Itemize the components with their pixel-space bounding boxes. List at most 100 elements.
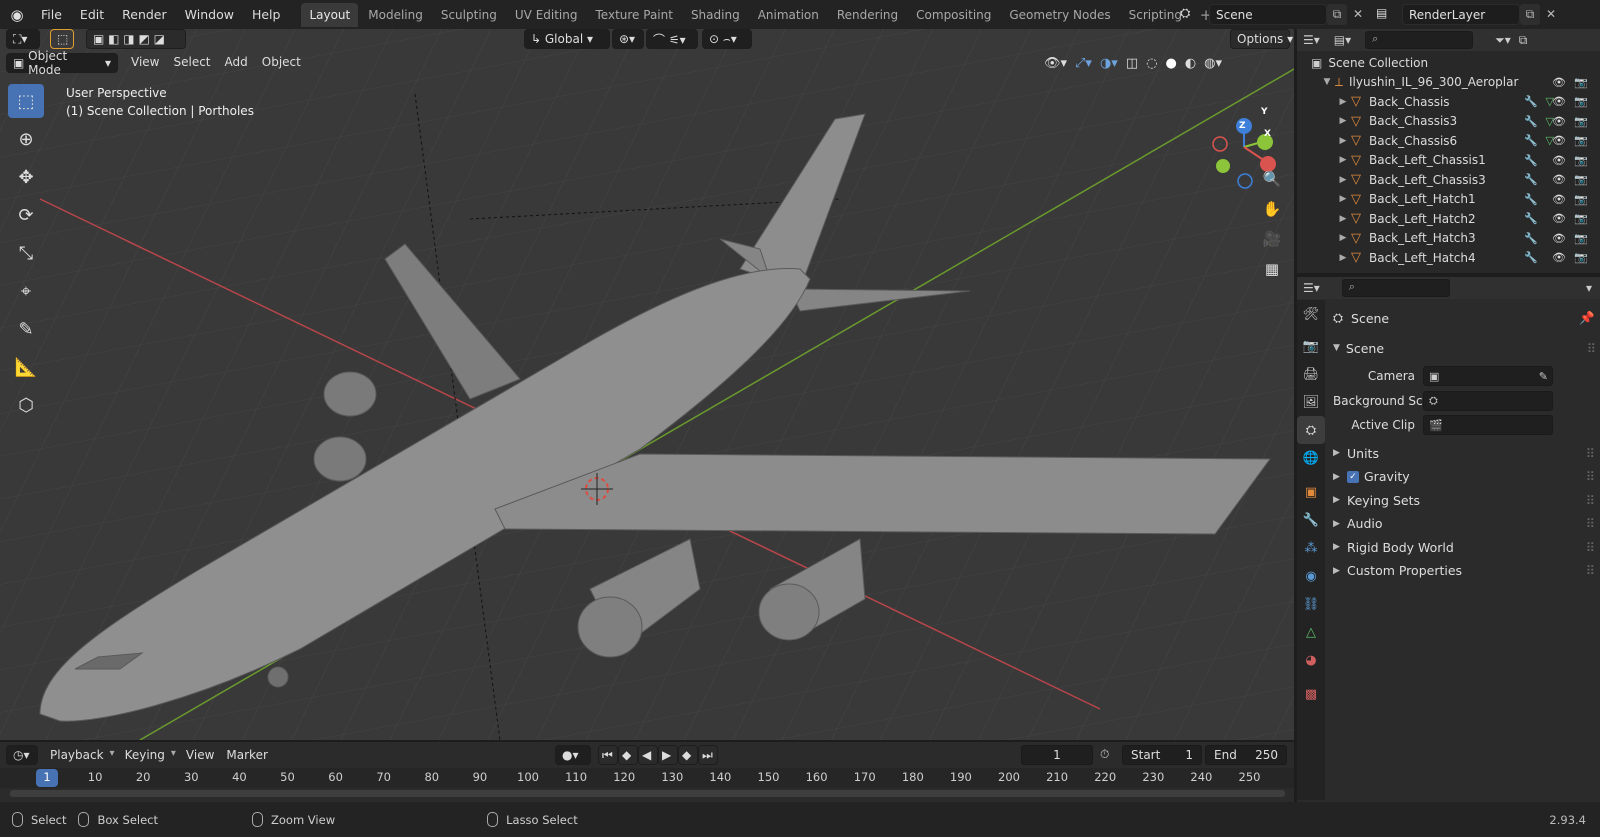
outliner[interactable]: ☰▾ ▤▾ ⌕ ⏷▾ ⧉ ▣ Scene Collection ▼ ⟂ Ilyu…	[1297, 29, 1600, 273]
options-dropdown[interactable]: Options ▾	[1230, 29, 1293, 49]
scene-panel-header[interactable]: ▼ Scene ⠿	[1333, 336, 1596, 360]
menu-window[interactable]: Window	[176, 4, 243, 26]
gizmo-x-label[interactable]: X	[1264, 129, 1274, 139]
render-tab-icon[interactable]: 📷	[1297, 332, 1325, 360]
tab-texture-paint[interactable]: Texture Paint	[588, 3, 681, 27]
outliner-search-input[interactable]: ⌕	[1365, 31, 1474, 49]
section-keying-sets[interactable]: ▶ Keying Sets ⠿	[1333, 489, 1595, 513]
rotate-tool-icon[interactable]: ⟳	[8, 198, 44, 232]
jump-start-icon[interactable]: ⏮	[598, 745, 618, 765]
outliner-editor-icon[interactable]: ☰▾	[1303, 33, 1320, 47]
rendered-shading-icon[interactable]: ◍▾	[1204, 56, 1222, 71]
annotate-tool-icon[interactable]: ✎	[8, 312, 44, 346]
particles-tab-icon[interactable]: ⁂	[1297, 534, 1325, 562]
current-frame-field[interactable]: 1	[1021, 745, 1093, 765]
blender-logo-icon[interactable]: ◉	[6, 4, 28, 26]
menu-render[interactable]: Render	[113, 4, 176, 26]
physics-tab-icon[interactable]: ◉	[1297, 562, 1325, 590]
viewport-menu-select[interactable]: Select	[166, 55, 217, 69]
preview-range-icon[interactable]: ⏱	[1100, 747, 1109, 762]
texture-tab-icon[interactable]: ▩	[1297, 680, 1325, 708]
expand-arrow-icon[interactable]: ▶	[1335, 233, 1351, 243]
delete-scene-icon[interactable]: ✕	[1348, 4, 1368, 25]
outliner-item[interactable]: ▶ ▽ Back_Left_Hatch1 🔧 👁 📷	[1297, 190, 1600, 210]
tab-uv-editing[interactable]: UV Editing	[507, 3, 586, 27]
outliner-item[interactable]: ▶ ▽ Back_Left_Chassis1 🔧 👁 📷	[1297, 151, 1600, 171]
timeline-menu-marker[interactable]: Marker	[220, 748, 273, 762]
expand-arrow-icon[interactable]: ▶	[1335, 214, 1351, 224]
eyedropper-icon[interactable]: ✎	[1539, 370, 1548, 383]
outliner-item[interactable]: ▶ ▽ Back_Chassis3 🔧 ▽ 👁 📷	[1297, 112, 1600, 132]
measure-tool-icon[interactable]: 📐	[8, 350, 44, 384]
prev-keyframe-icon[interactable]: ◆	[618, 745, 638, 765]
xray-toggle-icon[interactable]: ◫	[1126, 56, 1138, 71]
modifier-icon[interactable]: 🔧	[1524, 193, 1538, 206]
section-gravity[interactable]: ▶ ✓ Gravity ⠿	[1333, 465, 1595, 489]
tab-sculpting[interactable]: Sculpting	[433, 3, 505, 27]
modifier-icon[interactable]: 🔧	[1524, 134, 1538, 147]
eye-icon[interactable]: 👁	[1552, 173, 1566, 186]
drag-handle-icon[interactable]: ⠿	[1587, 341, 1596, 356]
output-tab-icon[interactable]: 🖨	[1297, 360, 1325, 388]
drag-handle-icon[interactable]: ⠿	[1586, 493, 1595, 508]
menu-file[interactable]: File	[32, 4, 71, 26]
outliner-root-row[interactable]: ▣ Scene Collection	[1297, 53, 1600, 73]
transform-orientation-dropdown[interactable]: ↳ Global ▾	[524, 29, 610, 49]
eye-icon[interactable]: 👁	[1552, 232, 1566, 245]
move-tool-icon[interactable]: ✥	[8, 160, 44, 194]
section-rigid-body-world[interactable]: ▶ Rigid Body World ⠿	[1333, 536, 1595, 560]
render-camera-icon[interactable]: 📷	[1574, 115, 1588, 128]
properties-search-input[interactable]: ⌕	[1341, 279, 1450, 297]
drag-handle-icon[interactable]: ⠿	[1586, 516, 1595, 531]
object-tab-icon[interactable]: ▣	[1297, 478, 1325, 506]
tab-compositing[interactable]: Compositing	[908, 3, 999, 27]
property-field-camera[interactable]: ▣ ✎	[1423, 366, 1553, 387]
visibility-icon[interactable]: 👁▾	[1044, 56, 1067, 71]
play-icon[interactable]: ▶	[658, 745, 678, 765]
section-audio[interactable]: ▶ Audio ⠿	[1333, 512, 1595, 536]
drag-handle-icon[interactable]: ⠿	[1586, 540, 1595, 555]
gizmo-z-label[interactable]: Z	[1239, 121, 1249, 131]
eye-icon[interactable]: 👁	[1552, 212, 1566, 225]
scene-selector[interactable]: Scene	[1209, 4, 1327, 25]
drag-handle-icon[interactable]: ⠿	[1586, 563, 1595, 578]
new-scene-icon[interactable]: ⧉	[1327, 4, 1347, 25]
eye-icon[interactable]: 👁	[1552, 95, 1566, 108]
display-mode-icon[interactable]: ▤▾	[1334, 33, 1351, 47]
expand-arrow-icon[interactable]: ▶	[1335, 175, 1351, 185]
tab-shading[interactable]: Shading	[683, 3, 748, 27]
expand-arrow-icon[interactable]: ▶	[1335, 116, 1351, 126]
select-tool-icon[interactable]: ⬚	[50, 29, 74, 49]
render-camera-icon[interactable]: 📷	[1574, 154, 1588, 167]
view-layer-tab-icon[interactable]: 🖼	[1297, 388, 1325, 416]
properties-editor-icon[interactable]: ☰▾	[1303, 281, 1320, 295]
section-units[interactable]: ▶ Units ⠿	[1333, 442, 1595, 466]
jump-end-icon[interactable]: ⏭	[698, 745, 718, 765]
scale-tool-icon[interactable]: ⤡	[8, 236, 44, 270]
tab-animation[interactable]: Animation	[750, 3, 827, 27]
modifier-icon[interactable]: 🔧	[1524, 95, 1538, 108]
viewport-menu-object[interactable]: Object	[255, 55, 308, 69]
render-camera-icon[interactable]: 📷	[1574, 251, 1588, 264]
section-custom-properties[interactable]: ▶ Custom Properties ⠿	[1333, 559, 1595, 583]
expand-arrow-icon[interactable]: ▶	[1335, 97, 1351, 107]
data-tab-icon[interactable]: △	[1297, 618, 1325, 646]
transform-tool-icon[interactable]: ⌖	[8, 274, 44, 308]
eye-icon[interactable]: 👁	[1552, 193, 1566, 206]
timeline-editor-icon[interactable]: ◷▾	[6, 745, 38, 765]
timeline-scrollbar[interactable]	[10, 790, 1285, 797]
end-frame-field[interactable]: End 250	[1205, 745, 1287, 765]
modifier-icon[interactable]: 🔧	[1524, 212, 1538, 225]
render-camera-icon[interactable]: 📷	[1574, 193, 1588, 206]
selection-mode-icons[interactable]: ▣ ◧ ◨ ◩ ◪	[86, 29, 186, 49]
modifier-icon[interactable]: 🔧	[1524, 115, 1538, 128]
modifier-icon[interactable]: 🔧	[1524, 251, 1538, 264]
cursor-tool-icon[interactable]: ⊕	[8, 122, 44, 156]
eye-icon[interactable]: 👁	[1552, 154, 1566, 167]
play-reverse-icon[interactable]: ◀	[638, 745, 658, 765]
camera-view-icon[interactable]: 🎥	[1259, 226, 1285, 252]
expand-arrow-icon[interactable]: ▶	[1335, 155, 1351, 165]
wireframe-shading-icon[interactable]: ◌	[1146, 56, 1157, 71]
expand-arrow-icon[interactable]: ▶	[1335, 136, 1351, 146]
material-shading-icon[interactable]: ◐	[1185, 56, 1196, 71]
